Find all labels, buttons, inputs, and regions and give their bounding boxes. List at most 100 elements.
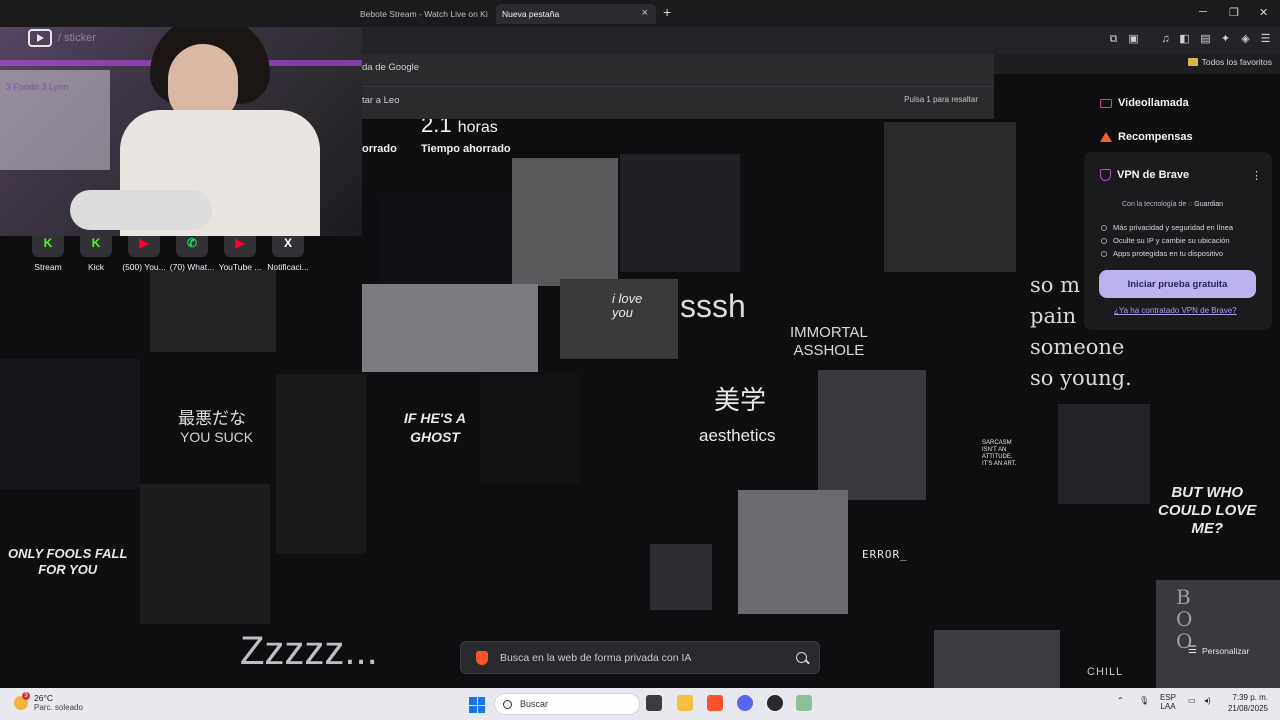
tab-title: Bebote Stream - Watch Live on Kick: [360, 9, 488, 19]
rewards-label: Recompensas: [1118, 131, 1193, 143]
suggestion-ask-leo[interactable]: tar a Leo: [362, 95, 400, 106]
customize-label: Personalizar: [1201, 645, 1250, 656]
tab-kick-stream[interactable]: Bebote Stream - Watch Live on Kick: [360, 4, 488, 24]
vpn-powered-by: Con la tecnología de ◌ Guardian: [1122, 201, 1224, 208]
close-window-button[interactable]: ✕: [1259, 6, 1268, 19]
microphone: [70, 190, 212, 230]
obs-icon[interactable]: [767, 695, 783, 711]
leo-icon[interactable]: ✦: [1219, 33, 1232, 46]
puzzle-icon[interactable]: ⧉: [1107, 33, 1120, 46]
brave-browser-icon[interactable]: [707, 695, 723, 711]
vpn-title: VPN de Brave: [1100, 169, 1189, 181]
check-icon: [1101, 237, 1107, 244]
wall-text-error: ERROR_: [862, 548, 908, 561]
clock-date: 21/08/2025: [1227, 704, 1268, 713]
wall-text-aesthetics: aesthetics: [699, 426, 776, 445]
sparkle-tile: [818, 370, 926, 500]
sliders-icon: ☰: [1188, 645, 1197, 656]
rewards-triangle-icon: [1100, 132, 1112, 142]
feature-text: Oculte su IP y cambie su ubicación: [1113, 236, 1230, 245]
tab-close-icon[interactable]: ×: [642, 7, 648, 19]
customize-button[interactable]: ☰ Personalizar: [1188, 645, 1249, 656]
music-icon[interactable]: ♫: [1159, 33, 1172, 46]
vpn-more-options-icon[interactable]: ⋮: [1251, 169, 1262, 182]
lang-bottom: LAA: [1160, 702, 1176, 711]
search-icon[interactable]: [796, 652, 807, 663]
task-view-icon[interactable]: [646, 695, 662, 711]
videocall-label: Videollamada: [1118, 97, 1189, 109]
boo-tile: [1156, 580, 1280, 688]
app-icon[interactable]: [796, 695, 812, 711]
windows-taskbar: [0, 688, 1280, 720]
file-explorer-icon[interactable]: [677, 695, 693, 711]
shield-icon[interactable]: ◈: [1239, 33, 1252, 46]
window-arch-tile: [650, 544, 712, 610]
system-clock[interactable]: 7:39 p. m. 21/08/2025: [1228, 692, 1268, 714]
divider: [362, 86, 994, 87]
stat-label-left: orrado: [362, 143, 397, 155]
screenshot-icon[interactable]: ▣: [1127, 33, 1140, 46]
vpn-shield-icon: [1100, 169, 1111, 181]
taskbar-search[interactable]: Buscar: [494, 693, 640, 715]
daisies-tile: [884, 122, 1016, 272]
youtube-logo-icon: [28, 29, 52, 47]
feature-text: Más privacidad y seguridad en línea: [1113, 223, 1234, 232]
guardian-brand: Guardian: [1194, 201, 1224, 208]
screen: sssh IMMORTAL ASSHOLE i love you 最悪だな YO…: [0, 0, 1280, 720]
minimize-button[interactable]: ─: [1199, 6, 1207, 18]
suggestion-google-search[interactable]: da de Google: [362, 62, 419, 73]
waves-tile: [1058, 404, 1150, 504]
weather-badge: 3: [22, 692, 30, 700]
already-purchased-link[interactable]: ¿Ya ha contratado VPN de Brave?: [1114, 306, 1237, 315]
volume-icon[interactable]: ◂): [1204, 696, 1211, 705]
language-indicator[interactable]: ESP LAA: [1160, 693, 1176, 711]
omnibox-suggestions: da de Google tar a Leo Pulsa 1 para resa…: [362, 54, 994, 119]
videocall-item[interactable]: Videollamada: [1100, 97, 1189, 109]
wall-text-immortal: IMMORTAL ASSHOLE: [790, 324, 868, 359]
tab-new-tab[interactable]: Nueva pestaña ×: [496, 4, 656, 24]
private-ai-search-box[interactable]: Busca en la web de forma privada con IA: [460, 641, 820, 674]
shortcut-label: Notificaci...: [267, 262, 309, 272]
lang-top: ESP: [1160, 693, 1177, 702]
browser-toolbar: [362, 27, 1280, 54]
static-tile: [362, 284, 538, 372]
whiteboard-text: 3 Fondo 3 Lynn: [6, 82, 69, 92]
stars-tile: [480, 374, 580, 484]
discord-icon[interactable]: [737, 695, 753, 711]
doorway-tile: [150, 270, 276, 352]
powered-by-label: Con la tecnología de: [1122, 201, 1187, 208]
vpn-title-label: VPN de Brave: [1117, 169, 1190, 181]
video-camera-icon: [1100, 98, 1112, 108]
new-tab-button[interactable]: +: [663, 4, 671, 20]
microphone-icon[interactable]: 🎙: [1139, 696, 1149, 705]
all-favorites-folder[interactable]: Todos los favoritos: [1187, 57, 1272, 67]
network-icon[interactable]: ▭: [1188, 696, 1196, 705]
check-icon: [1101, 250, 1107, 257]
wall-text-sarcasm: SARCASM ISN'T AN ATTITUDE, IT'S AN ART.: [982, 440, 1017, 467]
wall-text-you-suck: YOU SUCK: [180, 429, 254, 445]
show-hidden-icons[interactable]: ⌃: [1117, 696, 1124, 705]
start-button[interactable]: [469, 697, 485, 713]
wall-text-ghost: IF HE'S A GHOST: [404, 410, 466, 445]
temperature: 26°C: [34, 693, 53, 703]
menu-icon[interactable]: ☰: [1259, 33, 1272, 46]
windows-tile: [276, 374, 366, 554]
brave-lion-icon: [476, 650, 488, 665]
suggestion-hint: Pulsa 1 para resaltar: [904, 95, 978, 104]
wallet-icon[interactable]: ▤: [1199, 33, 1212, 46]
vpn-feature: Oculte su IP y cambie su ubicación: [1101, 236, 1230, 245]
bubbles-tile: [738, 490, 848, 614]
rewards-item[interactable]: Recompensas: [1100, 131, 1193, 143]
taskbar-search-label: Buscar: [520, 699, 549, 709]
stream-handle: / sticker: [58, 32, 96, 44]
wall-text-bigaku: 美学: [714, 385, 767, 415]
check-icon: [1101, 224, 1107, 231]
wall-text-zzz: Zzzzz...: [240, 629, 378, 673]
feature-text: Apps protegidas en tu dispositivo: [1113, 249, 1224, 258]
sidebar-icon[interactable]: ◧: [1178, 33, 1191, 46]
maximize-button[interactable]: ❐: [1229, 6, 1239, 19]
notebook-tile: [620, 154, 740, 272]
hours-unit: horas: [457, 119, 498, 136]
start-free-trial-button[interactable]: Iniciar prueba gratuita: [1099, 270, 1256, 298]
city-lights-tile: [380, 194, 510, 284]
